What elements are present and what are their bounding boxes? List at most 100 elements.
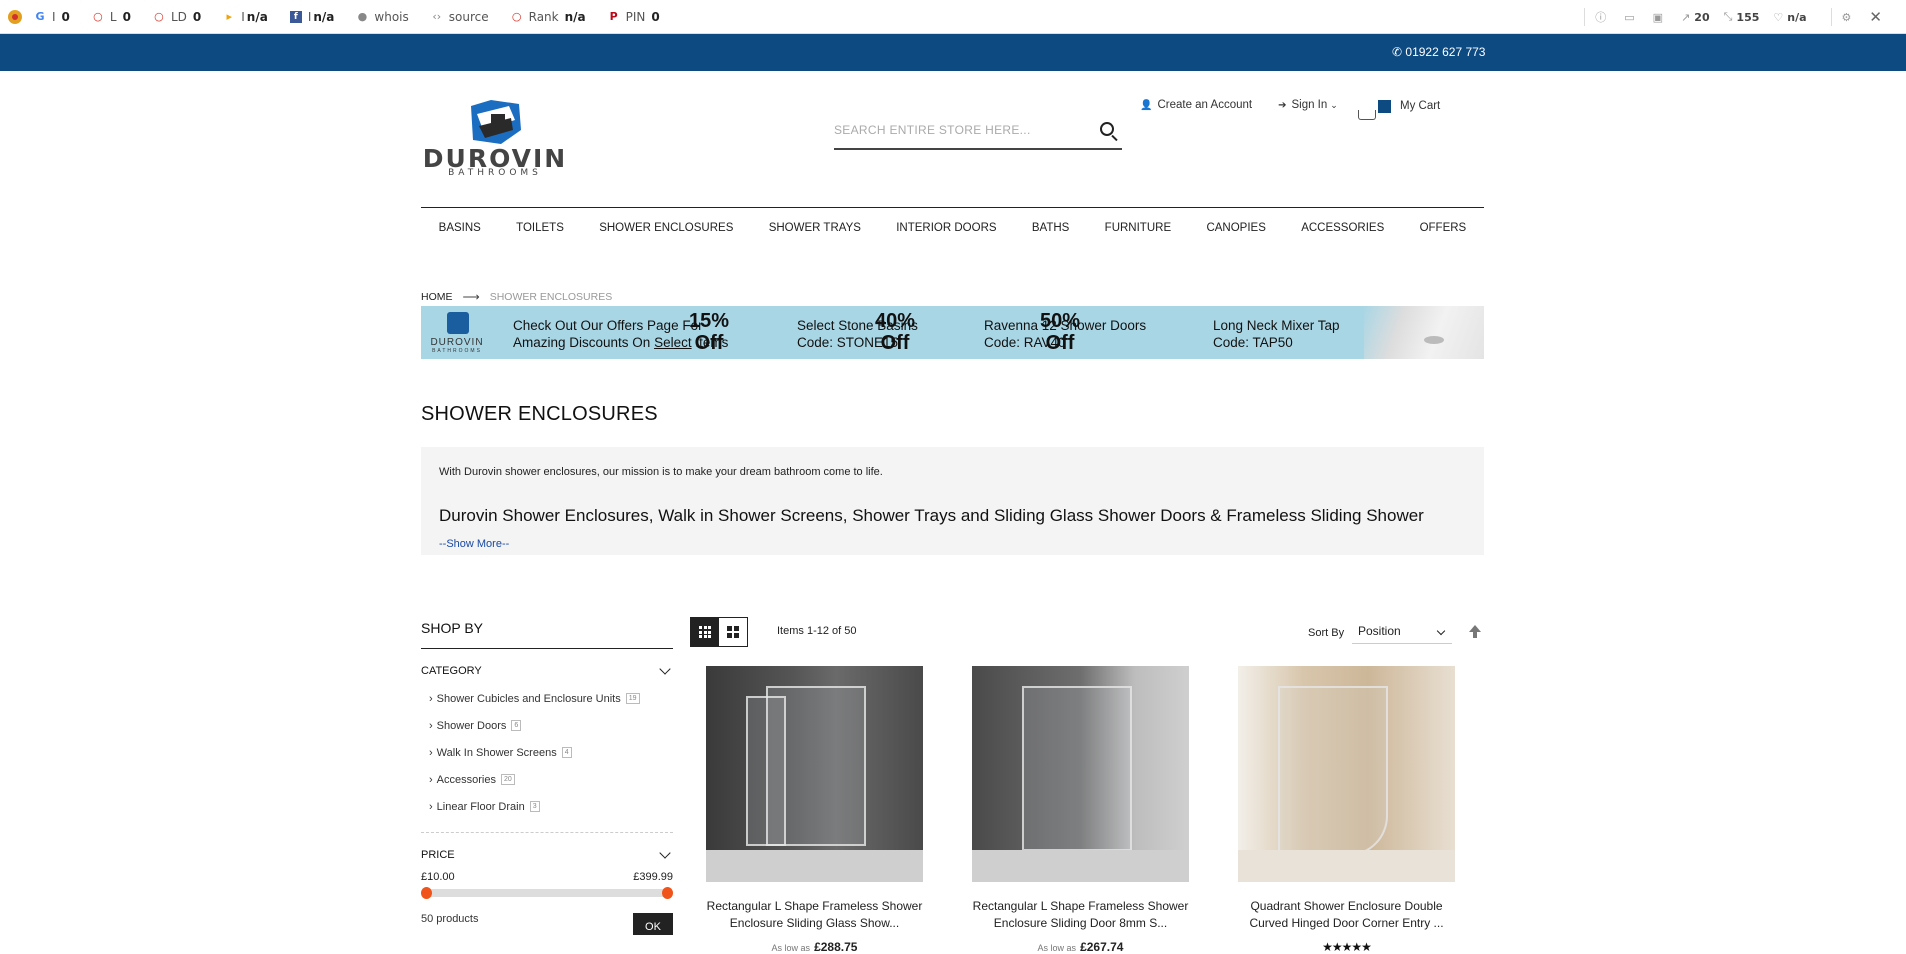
phone-number[interactable]: ✆ 01922 627 773 xyxy=(1392,45,1485,59)
nav-item-basins[interactable]: BASINS xyxy=(439,222,481,234)
filter-category-toggle[interactable]: CATEGORY xyxy=(421,663,673,677)
arrow-right-icon: ⟶ xyxy=(462,290,480,304)
seo-alexa[interactable]: ♡ n/a xyxy=(1773,11,1806,24)
category-item[interactable]: › Walk In Shower Screens 4 xyxy=(429,745,673,760)
nav-item-shower-enclosures[interactable]: SHOWER ENCLOSURES xyxy=(599,222,733,234)
price-ok-button[interactable]: OK xyxy=(633,913,673,935)
nav-item-interior-doors[interactable]: INTERIOR DOORS xyxy=(896,222,996,234)
product-name[interactable]: Rectangular L Shape Frameless Shower Encl… xyxy=(706,898,923,932)
nav-item-offers[interactable]: OFFERS xyxy=(1420,222,1467,234)
category-count-badge: 3 xyxy=(529,801,540,812)
chevron-right-icon: › xyxy=(429,800,433,813)
product-item[interactable]: Rectangular L Shape Frameless Shower Encl… xyxy=(972,666,1189,954)
user-icon: ● xyxy=(357,9,368,23)
product-image[interactable] xyxy=(972,666,1189,882)
seo-item-whois[interactable]: ● whois xyxy=(356,9,409,24)
seo-toolbar: GI0 ○ L 0 ○ LD 0 ▸ In/a f In/a ● whois ‹› source… xyxy=(0,0,1906,34)
sign-in-icon: ➔ xyxy=(1278,99,1287,111)
category-item[interactable]: › Accessories 20 xyxy=(429,772,673,787)
product-item[interactable]: Rectangular L Shape Frameless Shower Encl… xyxy=(706,666,923,954)
price-slider-max-handle[interactable] xyxy=(662,887,673,899)
product-image[interactable] xyxy=(1238,666,1455,882)
star-rating-icon: ★★★★★ xyxy=(1322,940,1372,954)
seo-internal-links[interactable]: ⤡ 155 xyxy=(1724,10,1760,24)
seo-item-links[interactable]: ○ L 0 xyxy=(92,10,131,24)
category-count-badge: 20 xyxy=(500,774,515,785)
durovin-logo-icon xyxy=(447,312,469,334)
grid-icon xyxy=(699,626,711,638)
breadcrumb-home[interactable]: HOME xyxy=(421,291,453,303)
product-item[interactable]: Quadrant Shower Enclosure Double Curved H… xyxy=(1238,666,1455,954)
offers-banner[interactable]: DUROVIN BATHROOMS Check Out Our Offers P… xyxy=(421,306,1484,359)
list-view-button[interactable] xyxy=(719,618,747,646)
offer-1-percent: 15% Off xyxy=(689,310,730,354)
seoquake-logo-icon[interactable] xyxy=(8,9,22,24)
divider xyxy=(1584,8,1586,26)
category-item[interactable]: › Shower Doors 6 xyxy=(429,718,673,733)
filter-price-toggle[interactable]: PRICE xyxy=(421,847,673,861)
circle-icon: ○ xyxy=(93,9,103,23)
cart-label: My Cart xyxy=(1400,100,1441,112)
header-links: 👤 Create an Account ➔ Sign In ⌄ xyxy=(1140,99,1364,111)
sort-direction-arrow-up-icon[interactable] xyxy=(1469,625,1481,639)
close-icon[interactable]: ✕ xyxy=(1869,8,1882,26)
create-account-link[interactable]: 👤 Create an Account xyxy=(1140,99,1252,111)
description-heading: Durovin Shower Enclosures, Walk in Showe… xyxy=(439,506,1424,525)
phone-icon: ✆ xyxy=(1392,45,1406,59)
circle-icon: ○ xyxy=(154,9,164,23)
pinterest-icon: P xyxy=(609,9,618,23)
chat-icon[interactable]: ▭ xyxy=(1624,11,1638,24)
category-item[interactable]: › Linear Floor Drain 3 xyxy=(429,799,673,814)
site-logo[interactable]: DUROVIN BATHROOMS xyxy=(421,100,571,180)
nav-item-toilets[interactable]: TOILETS xyxy=(516,222,564,234)
nav-item-canopies[interactable]: CANOPIES xyxy=(1206,222,1265,234)
facebook-icon: f xyxy=(289,10,302,23)
mini-cart[interactable]: My Cart xyxy=(1356,100,1440,126)
layered-navigation: SHOP BY CATEGORY › Shower Cubicles and En… xyxy=(421,620,673,935)
product-price: As low as £288.75 xyxy=(771,940,858,954)
seo-external-links[interactable]: ↗ 20 xyxy=(1681,11,1710,24)
gear-icon[interactable]: ⚙ xyxy=(1842,11,1856,24)
product-name[interactable]: Quadrant Shower Enclosure Double Curved H… xyxy=(1238,898,1455,932)
bing-icon: ▸ xyxy=(226,9,233,23)
product-name[interactable]: Rectangular L Shape Frameless Shower Encl… xyxy=(972,898,1189,932)
page-icon[interactable]: ▣ xyxy=(1653,11,1667,24)
show-more-link[interactable]: --Show More-- xyxy=(439,538,509,550)
seo-item-facebook[interactable]: f In/a xyxy=(289,10,334,24)
info-icon[interactable]: ⓘ xyxy=(1595,9,1610,25)
chevron-right-icon: › xyxy=(429,746,433,759)
category-count-badge: 19 xyxy=(625,693,640,704)
grid-view-button[interactable] xyxy=(691,618,719,646)
sign-in-link[interactable]: ➔ Sign In ⌄ xyxy=(1278,99,1338,111)
price-slider-min-handle[interactable] xyxy=(421,887,432,899)
nav-item-baths[interactable]: BATHS xyxy=(1032,222,1070,234)
seo-item-source[interactable]: ‹› source xyxy=(431,10,488,24)
sort-by-label: Sort By xyxy=(1308,627,1345,639)
nav-item-shower-trays[interactable]: SHOWER TRAYS xyxy=(769,222,861,234)
search-icon[interactable] xyxy=(1100,122,1114,136)
price-range-labels: £10.00 £399.99 xyxy=(421,871,673,883)
price-slider[interactable] xyxy=(421,887,673,899)
chevron-right-icon: › xyxy=(429,773,433,786)
seo-item-rank[interactable]: ○ Rank n/a xyxy=(511,10,586,24)
category-item[interactable]: › Shower Cubicles and Enclosure Units 19 xyxy=(429,691,673,706)
external-link-icon: ↗ xyxy=(1681,10,1691,24)
chevron-down-icon xyxy=(1436,626,1446,636)
seo-item-bing-index[interactable]: ▸ In/a xyxy=(223,9,267,24)
seo-item-linking-domains[interactable]: ○ LD 0 xyxy=(153,10,201,24)
offer-3-details: Long Neck Mixer Tap Code: TAP50 xyxy=(1213,318,1340,350)
product-image[interactable] xyxy=(706,666,923,882)
price-min: £10.00 xyxy=(421,871,455,883)
banner-logo: DUROVIN BATHROOMS xyxy=(427,310,487,354)
seo-item-google-index[interactable]: GI0 xyxy=(34,10,69,24)
divider xyxy=(421,832,673,833)
cart-icon xyxy=(1356,100,1391,126)
offer-3-percent: 50% Off xyxy=(1040,310,1081,354)
nav-item-furniture[interactable]: FURNITURE xyxy=(1105,222,1171,234)
search-input[interactable] xyxy=(834,116,1084,144)
nav-item-accessories[interactable]: ACCESSORIES xyxy=(1301,222,1384,234)
sink-image xyxy=(1364,306,1484,359)
sort-by-select[interactable]: Position xyxy=(1352,620,1452,644)
seo-item-pinterest[interactable]: P PIN 0 xyxy=(608,10,660,24)
category-list: › Shower Cubicles and Enclosure Units 19 ›… xyxy=(421,691,673,814)
